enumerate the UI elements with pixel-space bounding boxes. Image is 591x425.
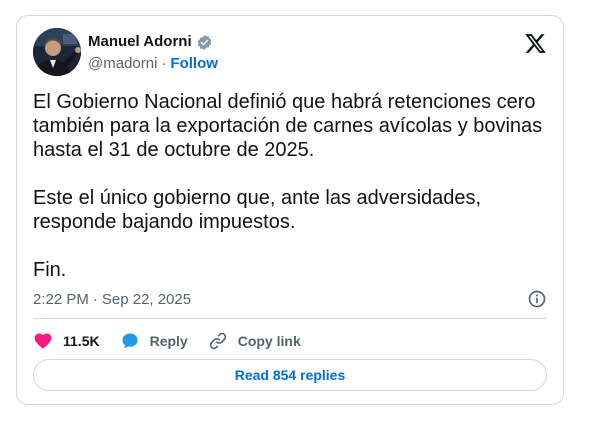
reply-button[interactable]: Reply — [120, 331, 188, 351]
follow-button[interactable]: Follow — [170, 55, 218, 73]
avatar[interactable] — [33, 28, 81, 76]
x-logo-icon[interactable] — [524, 32, 547, 55]
handle-separator: · — [161, 55, 167, 72]
tweet-timestamp[interactable]: 2:22 PM · Sep 22, 2025 — [33, 291, 191, 309]
info-icon[interactable] — [527, 289, 547, 309]
tweet-card: Manuel Adorni @madorni · Follow El Gobie… — [16, 15, 564, 405]
verified-badge-icon — [197, 34, 211, 50]
tweet-text: El Gobierno Nacional definió que habrá r… — [33, 90, 548, 282]
speech-bubble-icon — [122, 333, 138, 349]
tweet-paragraph: El Gobierno Nacional definió que habrá r… — [33, 91, 543, 161]
author-name-row: Manuel Adorni — [88, 33, 213, 51]
author-handle-row: @madorni · Follow — [88, 55, 218, 73]
action-bar: 11.5K Reply Copy link — [33, 330, 321, 352]
author-name[interactable]: Manuel Adorni — [88, 33, 192, 51]
copy-link-label: Copy link — [237, 333, 301, 349]
divider — [33, 318, 547, 319]
tweet-paragraph: Este el único gobierno que, ante las adv… — [33, 187, 482, 233]
reply-label: Reply — [149, 333, 188, 349]
timestamp-separator: · — [92, 291, 98, 308]
read-replies-label: Read 854 replies — [234, 367, 346, 383]
tweet-date: Sep 22, 2025 — [101, 291, 192, 308]
read-replies-button[interactable]: Read 854 replies — [33, 359, 547, 391]
link-icon — [209, 332, 226, 350]
heart-icon — [34, 333, 52, 349]
tweet-time: 2:22 PM — [33, 291, 89, 308]
like-count: 11.5K — [63, 333, 100, 349]
tweet-paragraph: Fin. — [33, 259, 67, 281]
like-button[interactable]: 11.5K — [33, 331, 100, 351]
copy-link-button[interactable]: Copy link — [208, 331, 301, 351]
author-handle[interactable]: @madorni — [88, 55, 157, 73]
